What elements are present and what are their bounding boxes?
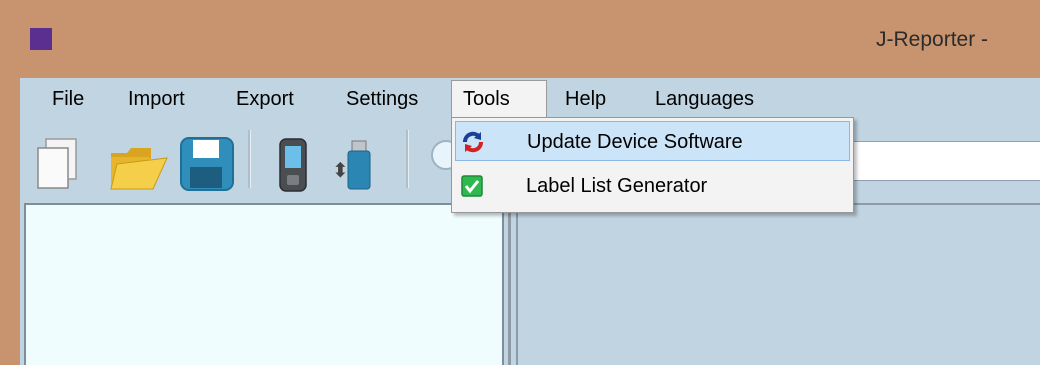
update-device-software-label: Update Device Software bbox=[527, 131, 743, 153]
menu-tools[interactable]: Tools bbox=[451, 80, 547, 118]
menu-help[interactable]: Help bbox=[565, 88, 606, 111]
menu-file[interactable]: File bbox=[52, 88, 84, 111]
menu-tools-label: Tools bbox=[463, 88, 510, 110]
content-pane[interactable] bbox=[516, 203, 1040, 365]
toolbar-separator bbox=[406, 130, 409, 188]
new-document-icon[interactable] bbox=[35, 137, 79, 191]
tools-dropdown-menu: Update Device Software Label List Genera… bbox=[451, 117, 854, 213]
save-icon[interactable] bbox=[177, 134, 237, 194]
app-icon[interactable] bbox=[30, 28, 52, 50]
menu-settings[interactable]: Settings bbox=[346, 88, 418, 111]
address-field[interactable] bbox=[850, 141, 1040, 181]
menu-item-update-device-software[interactable]: Update Device Software bbox=[455, 121, 850, 161]
update-icon bbox=[463, 131, 483, 153]
search-icon[interactable] bbox=[424, 137, 454, 177]
svg-text:⬍: ⬍ bbox=[332, 158, 349, 182]
menu-import[interactable]: Import bbox=[128, 88, 185, 111]
window-title: J-Reporter - bbox=[876, 28, 989, 51]
tree-pane[interactable] bbox=[24, 203, 504, 365]
title-bar: J-Reporter - bbox=[0, 0, 1040, 78]
toolbar-separator bbox=[248, 130, 251, 188]
menu-languages[interactable]: Languages bbox=[655, 88, 754, 111]
splitter-line bbox=[508, 203, 511, 365]
checkbox-icon bbox=[461, 175, 483, 197]
menu-item-label-list-generator[interactable]: Label List Generator bbox=[455, 166, 850, 206]
open-folder-icon[interactable] bbox=[107, 137, 169, 193]
usb-drive-icon[interactable]: ⬍ bbox=[330, 137, 376, 193]
menu-export[interactable]: Export bbox=[236, 88, 294, 111]
label-list-generator-label: Label List Generator bbox=[526, 175, 708, 197]
device-icon[interactable] bbox=[275, 137, 311, 193]
